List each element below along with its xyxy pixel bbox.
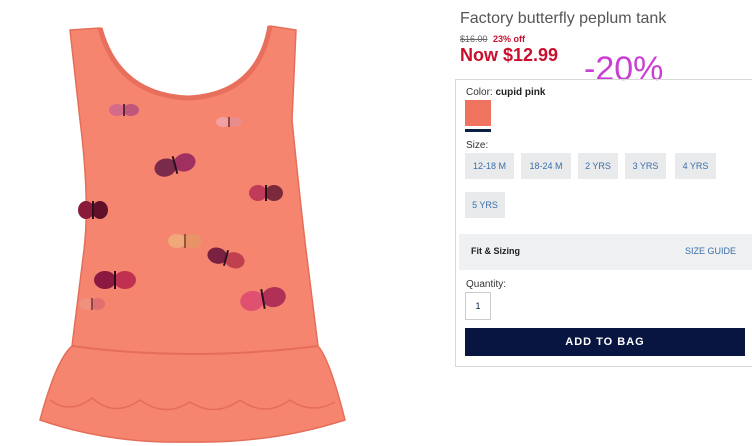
- original-price: $16.00: [460, 34, 488, 44]
- purchase-panel: [455, 79, 752, 367]
- size-option-4yrs[interactable]: 4 YRS: [675, 153, 716, 179]
- selected-swatch-indicator: [465, 129, 491, 132]
- add-to-bag-button[interactable]: ADD TO BAG: [465, 328, 745, 356]
- product-title: Factory butterfly peplum tank: [460, 10, 667, 27]
- size-label: Size:: [466, 140, 489, 151]
- size-option-2yrs[interactable]: 2 YRS: [578, 153, 618, 179]
- quantity-input[interactable]: 1: [465, 292, 491, 320]
- size-guide-link[interactable]: SIZE GUIDE: [685, 246, 736, 256]
- discount-percent: 23% off: [493, 34, 526, 44]
- size-option-3yrs[interactable]: 3 YRS: [625, 153, 666, 179]
- sale-price: Now $12.99: [460, 45, 559, 65]
- fit-sizing-bar[interactable]: Fit & Sizing SIZE GUIDE: [459, 234, 752, 270]
- color-label: Color:: [466, 87, 493, 98]
- price-line: $16.00 23% off: [460, 34, 525, 44]
- size-option-12-18m[interactable]: 12-18 M: [465, 153, 514, 179]
- product-image: [39, 25, 346, 443]
- size-option-18-24m[interactable]: 18-24 M: [521, 153, 571, 179]
- color-value: cupid pink: [495, 87, 546, 98]
- color-swatch-cupid-pink[interactable]: [465, 100, 491, 126]
- size-option-5yrs[interactable]: 5 YRS: [465, 192, 505, 218]
- color-line: Color: cupid pink: [466, 87, 545, 98]
- fit-sizing-label: Fit & Sizing: [471, 246, 520, 256]
- quantity-label: Quantity:: [466, 279, 507, 290]
